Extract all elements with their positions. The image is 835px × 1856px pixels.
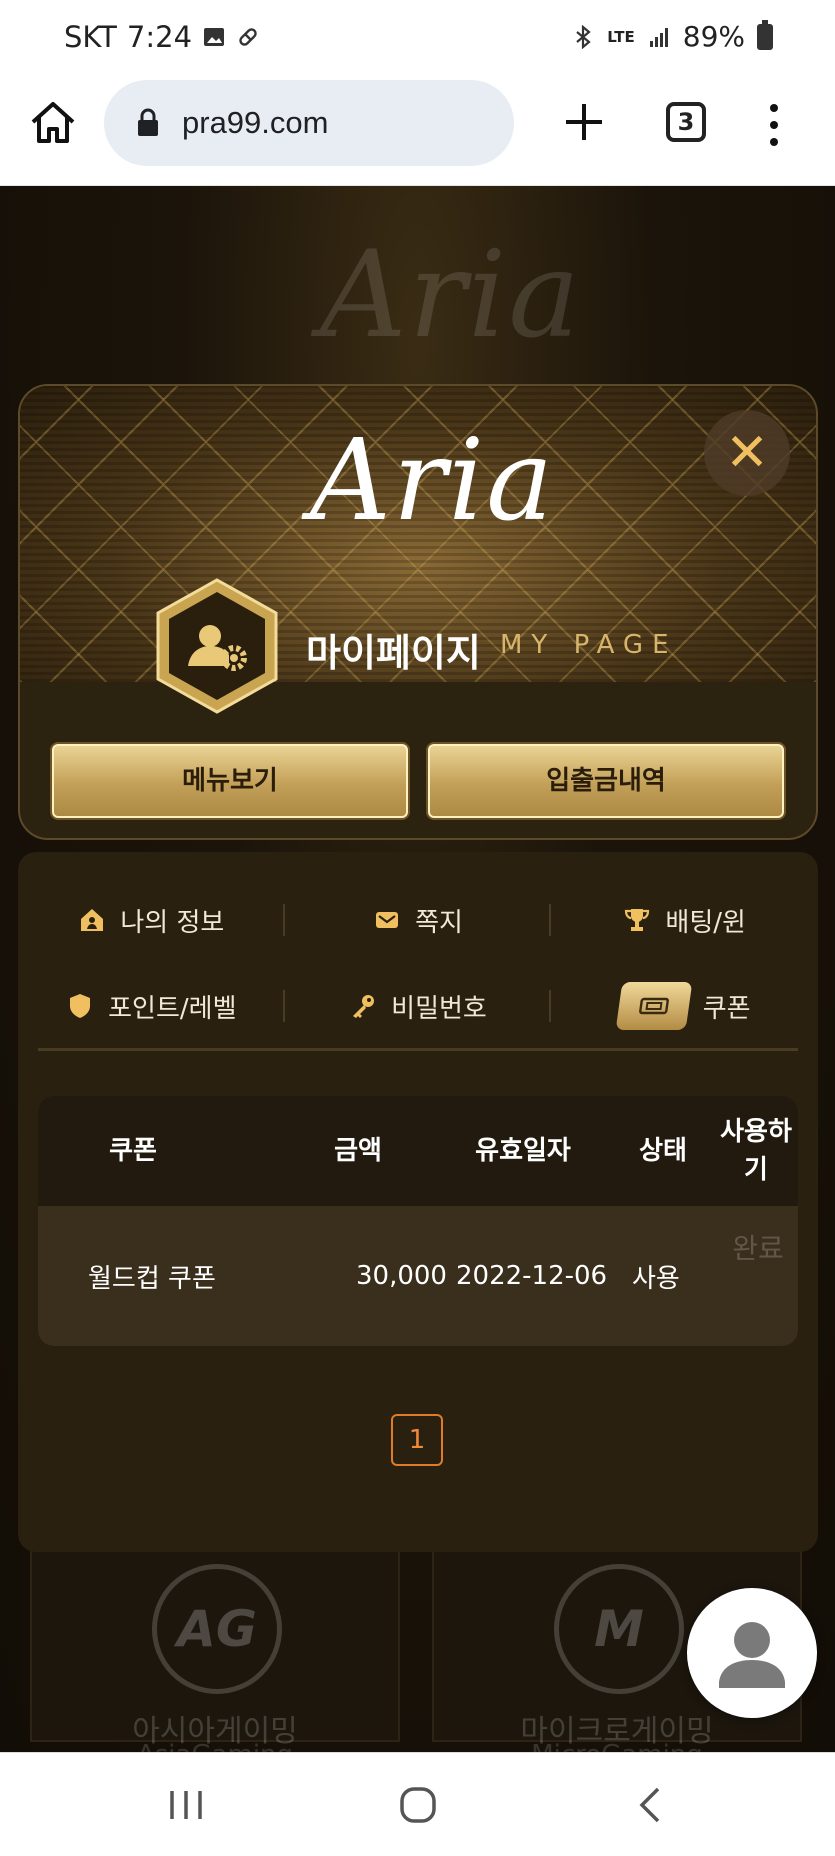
home-circle-icon[interactable] bbox=[396, 1783, 440, 1827]
coupon-use-done-button[interactable]: 완료 bbox=[728, 1224, 788, 1274]
url-text: pra99.com bbox=[182, 105, 329, 140]
user-settings-icon bbox=[156, 578, 278, 714]
coupon-panel: 나의 정보 쪽지 배팅/윈 포인트/레벨 비밀번호 쿠폰 쿠폰 금액 유효일자 … bbox=[18, 852, 818, 1552]
bluetooth-icon bbox=[576, 24, 591, 49]
signal-icon bbox=[649, 27, 668, 47]
tab-label: 배팅/윈 bbox=[665, 907, 746, 938]
network-label: LTE bbox=[607, 27, 635, 46]
coupon-expiry: 2022-12-06 bbox=[456, 1261, 608, 1291]
coupon-status: 사용 bbox=[632, 1263, 680, 1294]
envelope-icon bbox=[376, 912, 399, 928]
more-options-icon[interactable] bbox=[762, 102, 786, 148]
tab-row-2: 포인트/레벨 비밀번호 쿠폰 bbox=[18, 976, 818, 1036]
column-header-amount: 금액 bbox=[334, 1136, 382, 1166]
menu-view-button[interactable]: 메뉴보기 bbox=[52, 744, 408, 818]
tab-password[interactable]: 비밀번호 bbox=[285, 976, 552, 1036]
aria-logo: Aria bbox=[310, 416, 556, 546]
person-icon bbox=[719, 1622, 785, 1688]
tab-messages[interactable]: 쪽지 bbox=[285, 890, 552, 950]
page-title: 마이페이지 bbox=[306, 631, 481, 675]
support-chat-button[interactable] bbox=[687, 1588, 817, 1718]
tab-label: 쿠폰 bbox=[702, 993, 751, 1024]
carrier-label: SKT bbox=[64, 20, 117, 54]
time-label: 7:24 bbox=[126, 20, 193, 54]
column-header-expiry: 유효일자 bbox=[475, 1136, 571, 1166]
address-bar[interactable]: pra99.com bbox=[104, 80, 514, 166]
microgaming-logo: M bbox=[554, 1564, 684, 1694]
system-navigation-bar bbox=[0, 1752, 835, 1856]
column-header-status: 상태 bbox=[639, 1136, 687, 1166]
back-icon[interactable] bbox=[630, 1783, 674, 1827]
tab-label: 포인트/레벨 bbox=[108, 993, 237, 1024]
coupon-table: 쿠폰 금액 유효일자 상태 사용하기 월드컵 쿠폰 30,000 2022-12… bbox=[38, 1096, 798, 1346]
mypage-header: Aria ✕ 마이페이지 MY PAGE 메뉴보기 입출금내역 bbox=[18, 384, 818, 840]
game-card-subtitle: AsiaGaming bbox=[32, 1740, 398, 1752]
tab-label: 쪽지 bbox=[415, 907, 463, 938]
tab-switcher-button[interactable]: 3 bbox=[666, 102, 706, 142]
asiagaming-logo: AG bbox=[152, 1564, 282, 1694]
house-user-icon bbox=[81, 909, 104, 931]
shield-icon bbox=[70, 994, 91, 1018]
pill-icon bbox=[239, 28, 257, 46]
tab-coupon[interactable]: 쿠폰 bbox=[551, 976, 818, 1036]
tab-label: 비밀번호 bbox=[391, 993, 487, 1024]
new-tab-icon[interactable] bbox=[560, 98, 608, 146]
tab-points-level[interactable]: 포인트/레벨 bbox=[18, 976, 285, 1036]
battery-percent: 89% bbox=[682, 20, 745, 53]
home-icon[interactable] bbox=[28, 98, 78, 148]
game-card-asiagaming[interactable]: AG 아시아게이밍 AsiaGaming bbox=[30, 1542, 400, 1752]
close-button[interactable]: ✕ bbox=[704, 410, 790, 496]
key-icon bbox=[353, 995, 375, 1018]
lock-icon bbox=[138, 108, 158, 136]
tabs-divider bbox=[38, 1048, 798, 1051]
battery-icon bbox=[757, 19, 773, 50]
trophy-icon bbox=[625, 909, 650, 931]
tab-label: 나의 정보 bbox=[120, 907, 225, 938]
tab-my-info[interactable]: 나의 정보 bbox=[18, 890, 285, 950]
status-bar: SKT 7:24 LTE 89% bbox=[0, 0, 835, 74]
image-icon bbox=[204, 28, 225, 46]
browser-toolbar: pra99.com 3 bbox=[0, 74, 835, 186]
coupon-name: 월드컵 쿠폰 bbox=[88, 1263, 216, 1294]
game-card-subtitle: MicroGaming bbox=[434, 1740, 800, 1752]
ticket-icon bbox=[615, 982, 693, 1030]
tab-row-1: 나의 정보 쪽지 배팅/윈 bbox=[18, 890, 818, 950]
column-header-use: 사용하기 bbox=[720, 1117, 792, 1185]
tab-betting-win[interactable]: 배팅/윈 bbox=[551, 890, 818, 950]
table-header: 쿠폰 금액 유효일자 상태 사용하기 bbox=[38, 1096, 798, 1206]
coupon-amount: 30,000 bbox=[356, 1261, 447, 1291]
background-logo: Aria bbox=[320, 226, 582, 365]
page-button-1[interactable]: 1 bbox=[391, 1414, 443, 1466]
recent-apps-icon[interactable] bbox=[164, 1783, 208, 1827]
deposit-withdraw-history-button[interactable]: 입출금내역 bbox=[428, 744, 784, 818]
column-header-coupon: 쿠폰 bbox=[109, 1136, 157, 1166]
page-subtitle: MY PAGE bbox=[500, 630, 678, 660]
